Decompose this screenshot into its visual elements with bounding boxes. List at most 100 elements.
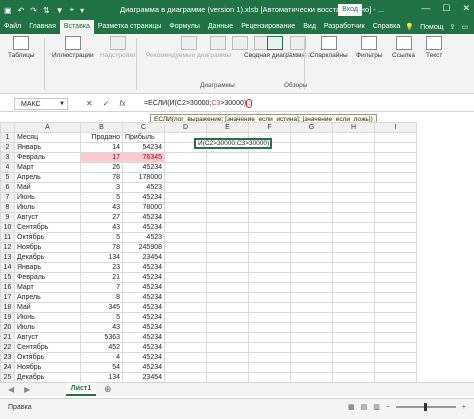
cell[interactable] bbox=[290, 362, 333, 373]
cell[interactable] bbox=[374, 212, 417, 223]
cell[interactable] bbox=[206, 322, 249, 333]
tell-me-input[interactable]: Помощ bbox=[420, 24, 443, 31]
cell[interactable] bbox=[374, 152, 417, 163]
cell[interactable] bbox=[332, 152, 375, 163]
cell[interactable] bbox=[164, 252, 207, 263]
cell[interactable]: Февраль bbox=[14, 272, 81, 283]
cell[interactable] bbox=[374, 282, 417, 293]
cell[interactable]: Май bbox=[14, 182, 81, 193]
cell[interactable]: 3 bbox=[80, 182, 123, 193]
cell[interactable] bbox=[290, 232, 333, 243]
cell[interactable]: 27 bbox=[80, 212, 123, 223]
cell[interactable] bbox=[332, 202, 375, 213]
page-layout-icon[interactable]: ▤ bbox=[361, 403, 368, 411]
row-header[interactable]: 3 bbox=[0, 152, 15, 163]
cell[interactable] bbox=[290, 252, 333, 263]
cell[interactable] bbox=[332, 372, 375, 382]
cell[interactable] bbox=[290, 162, 333, 173]
cell[interactable]: Апрель bbox=[14, 292, 81, 303]
column-header[interactable]: A bbox=[14, 122, 81, 133]
cell[interactable] bbox=[374, 362, 417, 373]
tab-developer[interactable]: Разработчик bbox=[320, 20, 369, 34]
cell[interactable] bbox=[332, 212, 375, 223]
cell[interactable] bbox=[248, 352, 291, 363]
cell[interactable] bbox=[290, 222, 333, 233]
cell[interactable] bbox=[248, 292, 291, 303]
cell[interactable] bbox=[164, 282, 207, 293]
cell[interactable] bbox=[164, 192, 207, 203]
row-header[interactable]: 4 bbox=[0, 162, 15, 173]
cell[interactable] bbox=[374, 242, 417, 253]
cell[interactable]: Декабрь bbox=[14, 252, 81, 263]
cell[interactable] bbox=[290, 142, 333, 153]
cell[interactable]: 54 bbox=[80, 362, 123, 373]
cell[interactable] bbox=[164, 292, 207, 303]
tab-help[interactable]: Справка bbox=[369, 20, 404, 34]
cell[interactable]: 23454 bbox=[122, 372, 165, 382]
sparklines-button[interactable]: Спарклайны bbox=[310, 36, 348, 59]
cell[interactable] bbox=[374, 322, 417, 333]
row-header[interactable]: 11 bbox=[0, 232, 15, 243]
cell[interactable] bbox=[164, 372, 207, 382]
cell[interactable] bbox=[164, 262, 207, 273]
cell[interactable] bbox=[206, 372, 249, 382]
cell[interactable]: 45234 bbox=[122, 302, 165, 313]
cell[interactable] bbox=[206, 292, 249, 303]
row-header[interactable]: 17 bbox=[0, 292, 15, 303]
share-icon[interactable]: ⇪ bbox=[450, 23, 456, 31]
cell[interactable]: Ноябрь bbox=[14, 242, 81, 253]
column-header[interactable]: F bbox=[248, 122, 291, 133]
cell[interactable] bbox=[248, 152, 291, 163]
cell[interactable] bbox=[332, 312, 375, 323]
cell[interactable] bbox=[374, 222, 417, 233]
cell[interactable]: Месяц bbox=[14, 132, 81, 143]
cell[interactable] bbox=[374, 202, 417, 213]
cell[interactable] bbox=[206, 212, 249, 223]
cell[interactable] bbox=[290, 292, 333, 303]
cell[interactable] bbox=[374, 312, 417, 323]
cell[interactable] bbox=[206, 152, 249, 163]
cell[interactable]: 23 bbox=[80, 262, 123, 273]
cell[interactable] bbox=[164, 242, 207, 253]
customize-icon[interactable]: ▾ bbox=[80, 6, 84, 15]
cell[interactable] bbox=[290, 242, 333, 253]
filter-icon[interactable]: ▼ bbox=[56, 6, 64, 15]
cell[interactable]: 45234 bbox=[122, 262, 165, 273]
cell[interactable] bbox=[248, 212, 291, 223]
cell[interactable]: 45234 bbox=[122, 292, 165, 303]
cell[interactable] bbox=[290, 302, 333, 313]
enter-icon[interactable]: ✓ bbox=[103, 99, 110, 108]
formula-input[interactable]: =ЕСЛИ(И(C2>30000;C3>30000); bbox=[144, 99, 253, 108]
row-header[interactable]: 2 bbox=[0, 142, 15, 153]
column-header[interactable]: G bbox=[290, 122, 333, 133]
cell[interactable] bbox=[206, 332, 249, 343]
cell[interactable] bbox=[248, 332, 291, 343]
login-button[interactable]: Вход bbox=[338, 4, 362, 16]
cell[interactable]: 5 bbox=[80, 232, 123, 243]
cell[interactable]: Май bbox=[14, 302, 81, 313]
cell[interactable] bbox=[290, 322, 333, 333]
cell[interactable]: 45234 bbox=[122, 352, 165, 363]
cell[interactable] bbox=[206, 302, 249, 313]
cell[interactable]: 45234 bbox=[122, 162, 165, 173]
cell[interactable]: Ноябрь bbox=[14, 362, 81, 373]
cell[interactable] bbox=[164, 342, 207, 353]
cell[interactable]: Март bbox=[14, 162, 81, 173]
cell[interactable]: 43 bbox=[80, 222, 123, 233]
cell[interactable] bbox=[164, 212, 207, 223]
tab-view[interactable]: Вид bbox=[299, 20, 320, 34]
cell[interactable] bbox=[164, 232, 207, 243]
row-header[interactable]: 10 bbox=[0, 222, 15, 233]
cell[interactable] bbox=[332, 182, 375, 193]
row-header[interactable]: 13 bbox=[0, 252, 15, 263]
cell[interactable] bbox=[248, 242, 291, 253]
cell[interactable]: 76345 bbox=[122, 152, 165, 163]
cell[interactable]: 26 bbox=[80, 162, 123, 173]
row-header[interactable]: 16 bbox=[0, 282, 15, 293]
cell[interactable]: Январь bbox=[14, 262, 81, 273]
row-header[interactable]: 23 bbox=[0, 352, 15, 363]
column-header[interactable]: C bbox=[122, 122, 165, 133]
tab-page-layout[interactable]: Разметка страницы bbox=[94, 20, 166, 34]
cell[interactable]: 43 bbox=[80, 202, 123, 213]
redo-icon[interactable]: ↷ bbox=[30, 6, 37, 15]
